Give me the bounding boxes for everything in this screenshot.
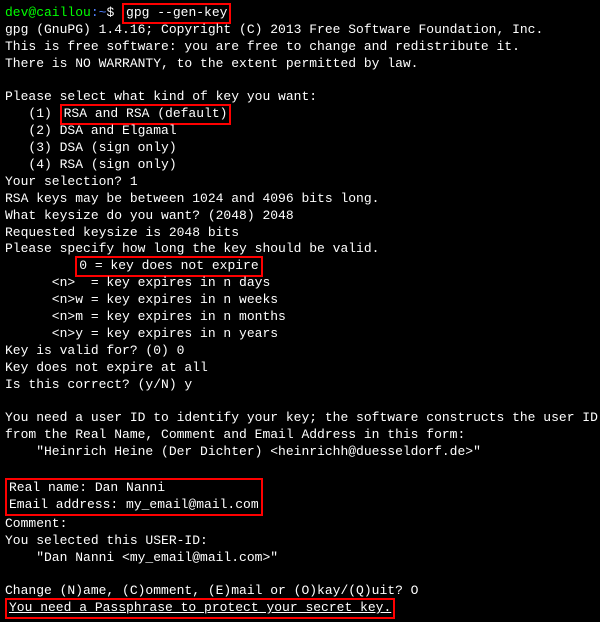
userid-email: Email address: my_email@mail.com [9,497,259,514]
validity-opt0-highlight: 0 = key does not expire [75,256,262,277]
prompt-line[interactable]: dev@caillou:~$ gpg --gen-key [5,5,595,22]
prompt-symbol: $ [106,5,122,20]
keytype-selection: Your selection? 1 [5,174,595,191]
keysize-range: RSA keys may be between 1024 and 4096 bi… [5,191,595,208]
keytype-opt1-highlight: RSA and RSA (default) [60,104,232,125]
userid-intro1: You need a user ID to identify your key;… [5,410,595,427]
validity-confirm: Is this correct? (y/N) y [5,377,595,394]
userid-input-highlight: Real name: Dan Nanni Email address: my_e… [5,478,263,516]
prompt-path: :~ [91,5,107,20]
validity-opt0: 0 = key does not expire [5,258,595,275]
validity-optn: <n> = key expires in n days [5,275,595,292]
passphrase-highlight: You need a Passphrase to protect your se… [5,598,395,619]
validity-valid-for: Key is valid for? (0) 0 [5,343,595,360]
blank-line [5,73,595,90]
passphrase-line: You need a Passphrase to protect your se… [5,600,595,617]
keytype-opt4: (4) RSA (sign only) [5,157,595,174]
prompt-user: dev@caillou [5,5,91,20]
userid-realname: Real name: Dan Nanni [9,480,259,497]
userid-selected-val: "Dan Nanni <my_email@mail.com>" [5,550,595,567]
userid-example: "Heinrich Heine (Der Dichter) <heinrichh… [5,444,595,461]
validity-optnw: <n>w = key expires in n weeks [5,292,595,309]
keysize-result: Requested keysize is 2048 bits [5,225,595,242]
validity-optnm: <n>m = key expires in n months [5,309,595,326]
blank-line [5,461,595,478]
header-line-3: There is NO WARRANTY, to the extent perm… [5,56,595,73]
keytype-opt3: (3) DSA (sign only) [5,140,595,157]
header-line-2: This is free software: you are free to c… [5,39,595,56]
header-line-1: gpg (GnuPG) 1.4.16; Copyright (C) 2013 F… [5,22,595,39]
blank-line [5,393,595,410]
blank-line [5,566,595,583]
userid-comment: Comment: [5,516,595,533]
keysize-prompt: What keysize do you want? (2048) 2048 [5,208,595,225]
userid-intro2: from the Real Name, Comment and Email Ad… [5,427,595,444]
validity-no-expire: Key does not expire at all [5,360,595,377]
userid-selected: You selected this USER-ID: [5,533,595,550]
keytype-opt2: (2) DSA and Elgamal [5,123,595,140]
validity-optny: <n>y = key expires in n years [5,326,595,343]
command-highlight: gpg --gen-key [122,3,231,24]
keytype-opt1: (1) RSA and RSA (default) [5,106,595,123]
